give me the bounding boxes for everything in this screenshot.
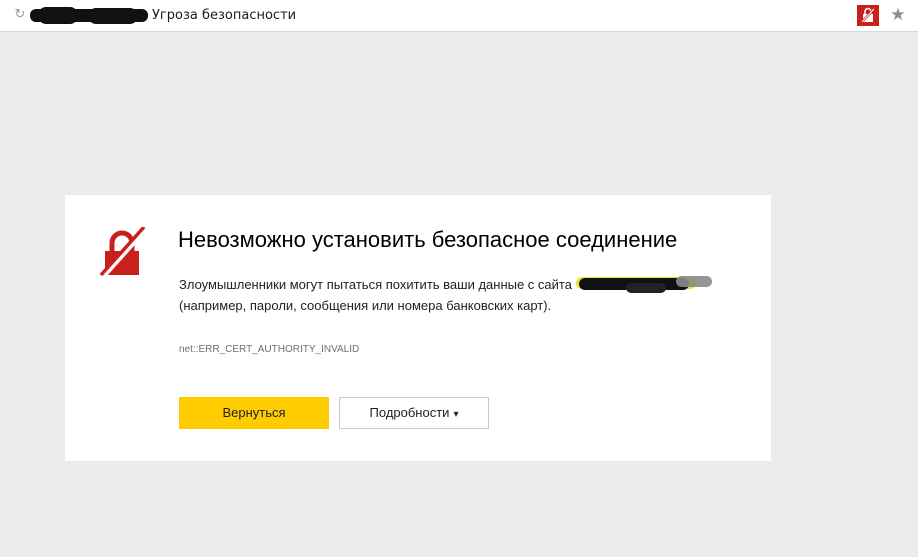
- chevron-down-icon: ▾: [453, 409, 459, 420]
- error-description: Злоумышленники могут пытаться похитить в…: [179, 274, 749, 316]
- page-title: Угроза безопасности: [152, 8, 297, 23]
- star-icon[interactable]: ★: [889, 5, 907, 25]
- details-button[interactable]: Подробности ▾: [339, 397, 489, 429]
- address-bar: ↻ Угроза безопасности ★: [0, 0, 918, 32]
- description-line-2: (например, пароли, сообщения или номера …: [179, 298, 552, 313]
- error-card: Невозможно установить безопасное соедине…: [65, 195, 771, 461]
- back-button[interactable]: Вернуться: [179, 397, 329, 429]
- reload-icon[interactable]: ↻: [13, 8, 27, 22]
- error-code: net::ERR_CERT_AUTHORITY_INVALID: [179, 344, 360, 355]
- details-button-label: Подробности: [369, 405, 450, 420]
- broken-lock-icon[interactable]: [857, 5, 879, 26]
- description-line-1: Злоумышленники могут пытаться похитить в…: [179, 274, 749, 295]
- url-redaction: [30, 7, 148, 24]
- error-title: Невозможно установить безопасное соедине…: [178, 227, 678, 252]
- description-text-1: Злоумышленники могут пытаться похитить в…: [179, 277, 572, 292]
- site-redaction: [575, 275, 712, 293]
- crossed-lock-icon: [99, 227, 148, 279]
